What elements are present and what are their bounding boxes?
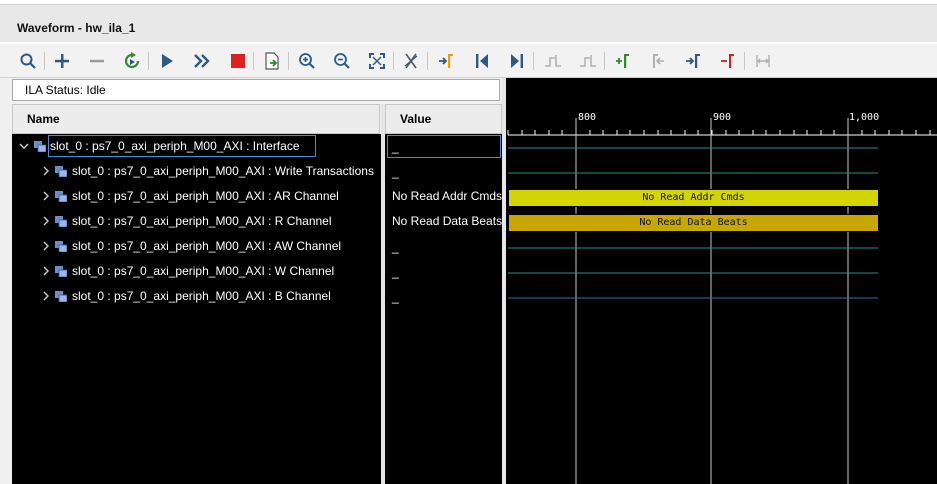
tick-label: 800 [578,112,597,123]
add-icon[interactable] [50,49,74,73]
snap-icon[interactable] [751,49,775,73]
interface-icon [34,141,46,152]
signal-value[interactable]: No Read Data Beats [392,214,502,228]
toolbar-separator [288,52,289,70]
toolbar-separator [427,52,428,70]
signal-name-list: slot_0 : ps7_0_axi_periph_M00_AXI : Inte… [12,134,381,484]
signal-row-aw-channel[interactable]: slot_0 : ps7_0_axi_periph_M00_AXI : AW C… [12,234,381,259]
signal-label: slot_0 : ps7_0_axi_periph_M00_AXI : R Ch… [72,214,332,228]
signal-label: slot_0 : ps7_0_axi_periph_M00_AXI : Writ… [72,164,374,178]
signal-value[interactable]: _ [392,265,399,279]
run-trigger-immediate-icon[interactable] [120,49,144,73]
signal-label: slot_0 : ps7_0_axi_periph_M00_AXI : W Ch… [72,264,335,278]
swap-cursors-icon[interactable] [716,49,740,73]
go-to-start-icon[interactable] [470,49,494,73]
tab-strip [0,4,937,42]
signal-label: slot_0 : ps7_0_axi_periph_M00_AXI : B Ch… [72,289,331,303]
signal-value[interactable]: No Read Addr Cmds [392,189,502,203]
signal-row-ar-channel[interactable]: slot_0 : ps7_0_axi_periph_M00_AXI : AR C… [12,184,381,209]
name-column-header[interactable]: Name [12,104,380,134]
signal-value-list: _ _ No Read Addr Cmds No Read Data Beats… [385,134,502,484]
previous-transition-icon[interactable] [541,49,565,73]
next-marker-icon[interactable] [681,49,705,73]
next-transition-icon[interactable] [576,49,600,73]
add-marker-icon[interactable] [611,49,635,73]
chevron-right-icon[interactable] [40,265,52,277]
toolbar-separator [533,52,534,70]
value-selection-outline [387,135,501,158]
signal-label: slot_0 : ps7_0_axi_periph_M00_AXI : AW C… [72,239,342,253]
toolbar-separator [744,52,745,70]
wave-ar-channel-bus[interactable]: No Read Addr Cmds [508,189,879,207]
interface-icon [55,266,67,277]
tick-label: 1,000 [849,112,880,123]
signal-value[interactable]: _ [392,240,399,254]
signal-label: slot_0 : ps7_0_axi_periph_M00_AXI : Inte… [50,139,300,153]
interface-icon [55,241,67,252]
toolbar-separator [253,52,254,70]
chevron-right-icon[interactable] [40,240,52,252]
zoom-in-icon[interactable] [295,49,319,73]
timeline-ruler [507,118,937,484]
cut-icon[interactable] [399,49,423,73]
signal-value[interactable]: _ [392,290,399,304]
run-continuous-icon[interactable] [190,49,214,73]
zoom-fit-icon[interactable] [365,49,389,73]
search-icon[interactable] [16,49,40,73]
window-title: Waveform - hw_ila_1 [17,21,136,35]
signal-row-b-channel[interactable]: slot_0 : ps7_0_axi_periph_M00_AXI : B Ch… [12,284,381,309]
signal-value[interactable]: _ [392,140,399,154]
signal-row-interface[interactable]: slot_0 : ps7_0_axi_periph_M00_AXI : Inte… [12,134,381,159]
previous-marker-icon[interactable] [646,49,670,73]
chevron-right-icon[interactable] [40,190,52,202]
go-to-end-icon[interactable] [505,49,529,73]
export-icon[interactable] [260,49,284,73]
signal-value[interactable]: _ [392,165,399,179]
signal-row-w-channel[interactable]: slot_0 : ps7_0_axi_periph_M00_AXI : W Ch… [12,259,381,284]
waveform-window-header: Waveform - hw_ila_1 [0,0,937,44]
go-to-cursor-icon[interactable] [434,49,458,73]
waveform-canvas[interactable]: 800 900 1,000 No Read Addr Cmds No Read … [506,78,937,484]
zoom-out-icon[interactable] [330,49,354,73]
waveform-toolbar [0,44,937,78]
interface-icon [55,191,67,202]
tick-label: 900 [713,112,732,123]
signal-label: slot_0 : ps7_0_axi_periph_M00_AXI : AR C… [72,189,339,203]
value-column-header[interactable]: Value [385,104,502,134]
wave-r-channel-bus[interactable]: No Read Data Beats [508,214,879,232]
chevron-right-icon[interactable] [40,165,52,177]
toolbar-separator [604,52,605,70]
signal-row-r-channel[interactable]: slot_0 : ps7_0_axi_periph_M00_AXI : R Ch… [12,209,381,234]
chevron-right-icon[interactable] [40,215,52,227]
chevron-right-icon[interactable] [40,290,52,302]
toolbar-separator [393,52,394,70]
remove-icon[interactable] [85,49,109,73]
signal-row-write-transactions[interactable]: slot_0 : ps7_0_axi_periph_M00_AXI : Writ… [12,159,381,184]
interface-icon [55,216,67,227]
ila-status: ILA Status: Idle [12,79,500,101]
interface-icon [55,166,67,177]
toolbar-separator [148,52,149,70]
stop-icon[interactable] [226,49,250,73]
interface-icon [55,291,67,302]
ila-status-panel: ILA Status: Idle [0,78,505,104]
run-trigger-icon[interactable] [155,49,179,73]
toolbar-separator [44,52,45,70]
chevron-down-icon[interactable] [18,140,30,152]
